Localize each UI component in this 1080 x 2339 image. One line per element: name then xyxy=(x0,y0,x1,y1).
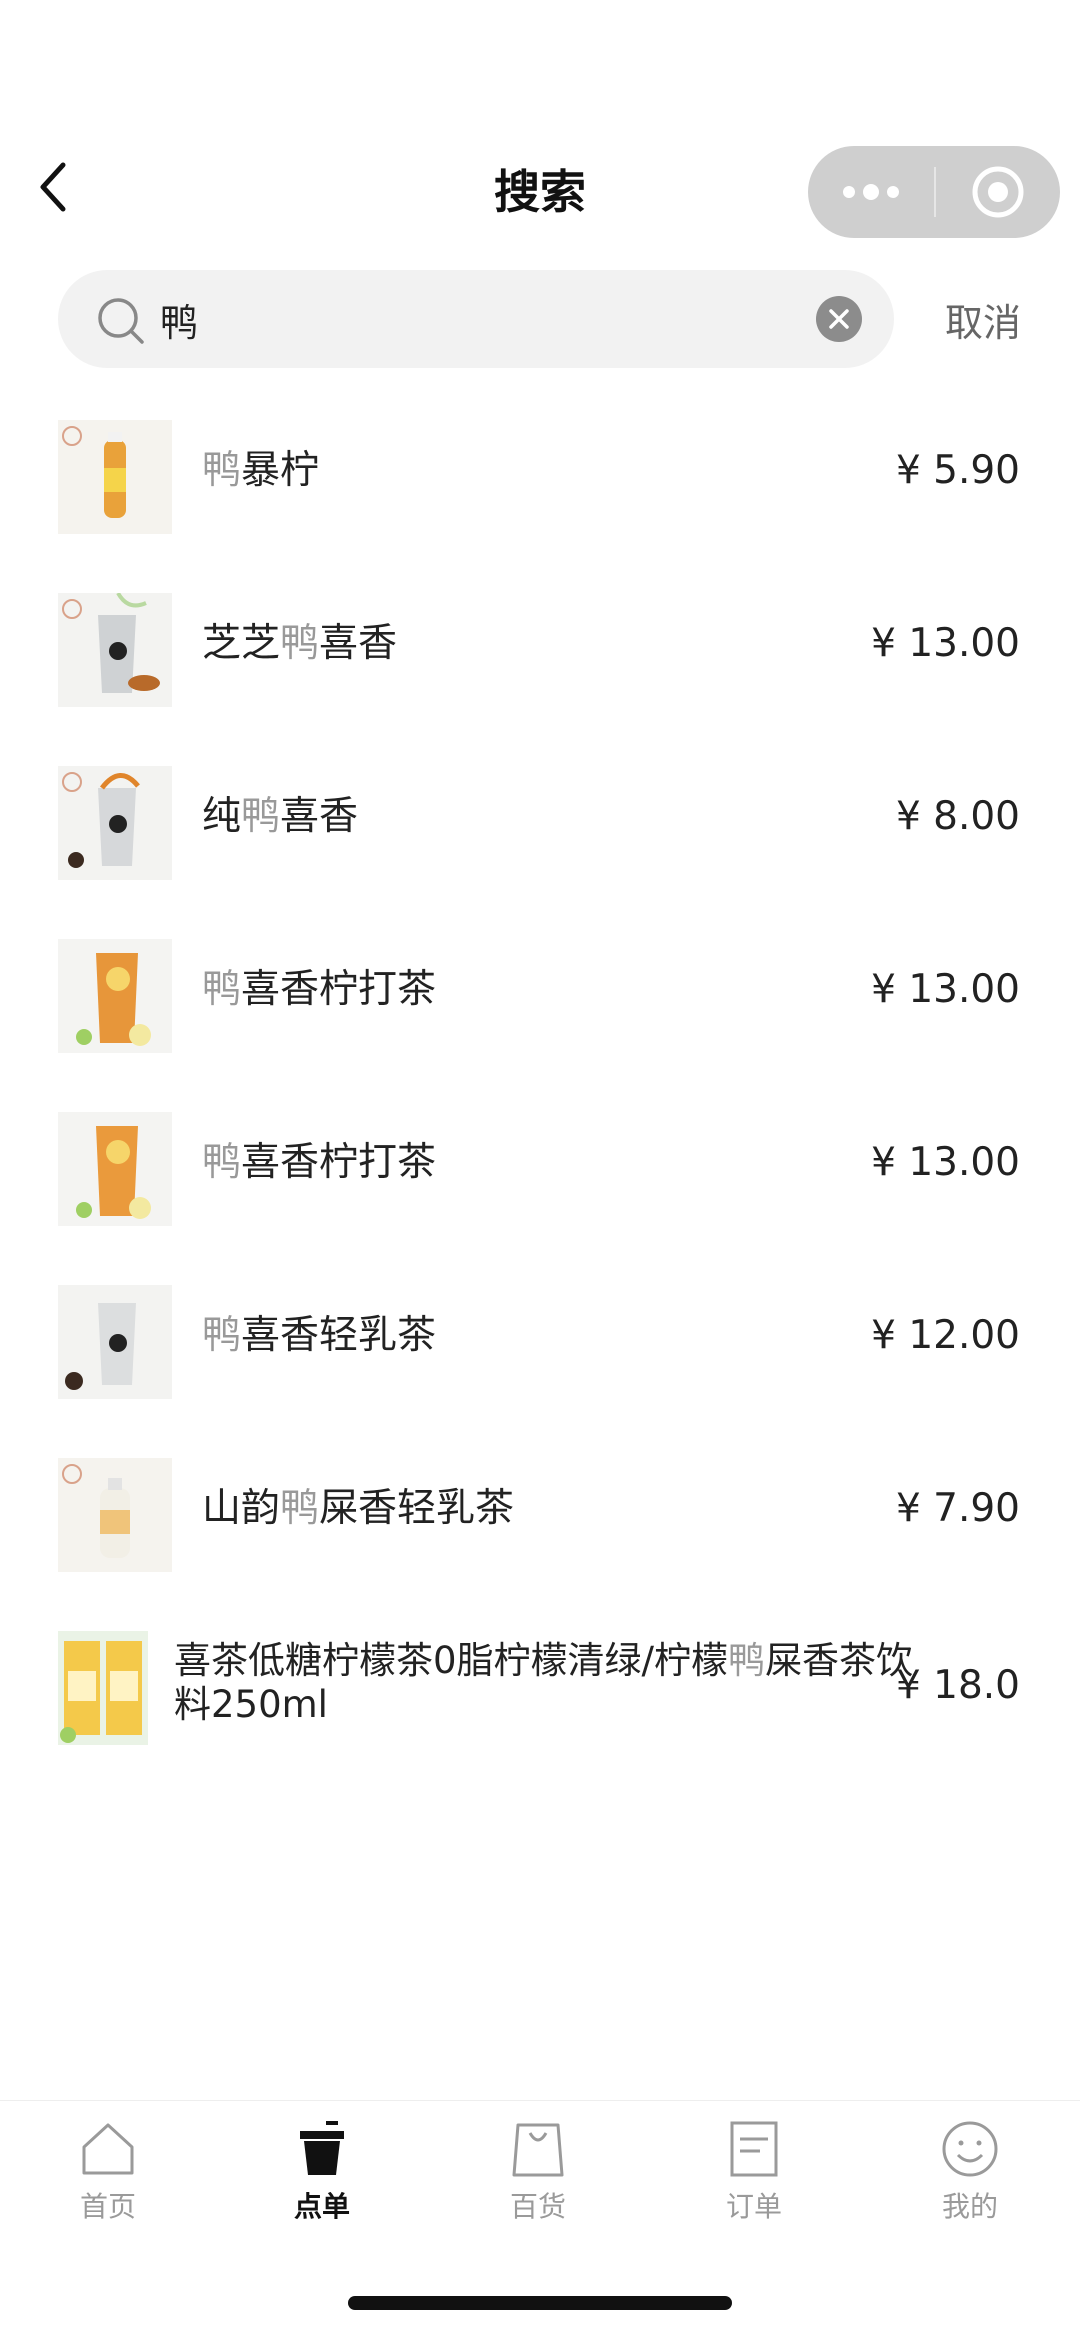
name-prefix: 喜茶低糖柠檬茶0脂柠檬清绿/柠檬 xyxy=(174,1639,729,1682)
more-button[interactable] xyxy=(808,146,934,238)
product-price: ¥ 8.00 xyxy=(895,794,1020,839)
smiley-icon xyxy=(942,2121,998,2177)
product-name: 鸭喜香柠打茶 xyxy=(202,1140,436,1186)
mini-program-capsule xyxy=(808,146,1060,238)
product-price: ¥ 13.00 xyxy=(871,621,1020,666)
list-item[interactable]: 山韵鸭屎香轻乳茶 ¥ 7.90 xyxy=(0,1456,1080,1629)
close-mini-program-button[interactable] xyxy=(936,146,1060,238)
highlight-keyword: 鸭 xyxy=(202,448,242,493)
bottom-tab-bar: 首页 点单 百货 订单 我的 xyxy=(0,2100,1080,2241)
product-image xyxy=(58,766,172,880)
product-image xyxy=(58,1285,172,1399)
product-image xyxy=(58,420,172,534)
tab-order[interactable]: 点单 xyxy=(262,2119,382,2225)
product-name: 鸭喜香柠打茶 xyxy=(202,967,436,1013)
name-suffix: 喜香柠打茶 xyxy=(241,1140,437,1185)
name-suffix: 喜香柠打茶 xyxy=(241,967,437,1012)
product-image xyxy=(58,593,172,707)
product-image xyxy=(58,1112,172,1226)
list-item[interactable]: 鸭暴柠 ¥ 5.90 xyxy=(0,418,1080,591)
result-list: 鸭暴柠 ¥ 5.90 芝芝鸭喜香 ¥ 13.00 纯鸭喜香 ¥ 8.00 鸭喜香… xyxy=(0,418,1080,1802)
tab-orders[interactable]: 订单 xyxy=(694,2119,814,2225)
product-price: ¥ 7.90 xyxy=(895,1486,1020,1531)
product-image xyxy=(58,1458,172,1572)
home-indicator[interactable] xyxy=(348,2296,732,2310)
search-row: 取消 xyxy=(0,270,1080,370)
product-price: ¥ 12.00 xyxy=(871,1313,1020,1358)
search-icon xyxy=(98,298,144,344)
clear-search-button[interactable] xyxy=(816,296,862,342)
product-price: ¥ 5.90 xyxy=(895,448,1020,493)
highlight-keyword: 鸭 xyxy=(280,1486,320,1531)
close-icon xyxy=(829,309,849,329)
name-prefix: 山韵 xyxy=(202,1486,281,1531)
list-item[interactable]: 喜茶低糖柠檬茶0脂柠檬清绿/柠檬鸭屎香茶饮料250ml ¥ 18.0 xyxy=(0,1629,1080,1802)
name-suffix: 喜香 xyxy=(319,621,398,666)
tab-label: 首页 xyxy=(79,2190,136,2223)
product-name: 纯鸭喜香 xyxy=(202,794,358,840)
product-image xyxy=(58,939,172,1053)
list-item[interactable]: 纯鸭喜香 ¥ 8.00 xyxy=(0,764,1080,937)
highlight-keyword: 鸭 xyxy=(202,1140,242,1185)
name-prefix: 芝芝 xyxy=(202,621,281,666)
name-suffix: 暴柠 xyxy=(241,448,320,493)
highlight-keyword: 鸭 xyxy=(202,1313,242,1358)
product-price: ¥ 18.0 xyxy=(895,1663,1020,1708)
tab-label: 我的 xyxy=(941,2190,998,2223)
cup-icon xyxy=(300,2121,344,2175)
highlight-keyword: 鸭 xyxy=(202,967,242,1012)
name-suffix: 喜香轻乳茶 xyxy=(241,1313,437,1358)
target-icon xyxy=(972,166,1024,218)
shopping-bag-icon xyxy=(512,2123,564,2177)
home-icon xyxy=(82,2123,134,2175)
list-item[interactable]: 鸭喜香柠打茶 ¥ 13.00 xyxy=(0,937,1080,1110)
nav-bar: 搜索 xyxy=(0,130,1080,250)
cancel-button[interactable]: 取消 xyxy=(945,292,1021,347)
tab-label: 点单 xyxy=(293,2190,350,2223)
list-item[interactable]: 鸭喜香柠打茶 ¥ 13.00 xyxy=(0,1110,1080,1283)
highlight-keyword: 鸭 xyxy=(280,621,320,666)
name-suffix: 喜香 xyxy=(280,794,359,839)
search-input[interactable] xyxy=(160,270,760,368)
product-price: ¥ 13.00 xyxy=(871,1140,1020,1185)
highlight-keyword: 鸭 xyxy=(728,1639,766,1682)
product-name: 鸭喜香轻乳茶 xyxy=(202,1313,436,1359)
list-item[interactable]: 鸭喜香轻乳茶 ¥ 12.00 xyxy=(0,1283,1080,1456)
tab-label: 百货 xyxy=(509,2190,566,2223)
name-prefix: 纯 xyxy=(202,794,242,839)
product-name: 鸭暴柠 xyxy=(202,448,319,494)
tab-label: 订单 xyxy=(725,2190,782,2223)
order-list-icon xyxy=(730,2121,778,2177)
product-name: 喜茶低糖柠檬茶0脂柠檬清绿/柠檬鸭屎香茶饮料250ml xyxy=(174,1639,914,1727)
product-price: ¥ 13.00 xyxy=(871,967,1020,1012)
product-name: 山韵鸭屎香轻乳茶 xyxy=(202,1486,514,1532)
list-item[interactable]: 芝芝鸭喜香 ¥ 13.00 xyxy=(0,591,1080,764)
product-image xyxy=(58,1631,148,1745)
tab-profile[interactable]: 我的 xyxy=(910,2119,1030,2225)
tab-home[interactable]: 首页 xyxy=(48,2119,168,2225)
name-suffix: 屎香轻乳茶 xyxy=(319,1486,515,1531)
tab-store[interactable]: 百货 xyxy=(478,2119,598,2225)
highlight-keyword: 鸭 xyxy=(241,794,281,839)
product-name: 芝芝鸭喜香 xyxy=(202,621,397,667)
more-dots-icon xyxy=(843,184,899,200)
search-box xyxy=(58,270,894,368)
